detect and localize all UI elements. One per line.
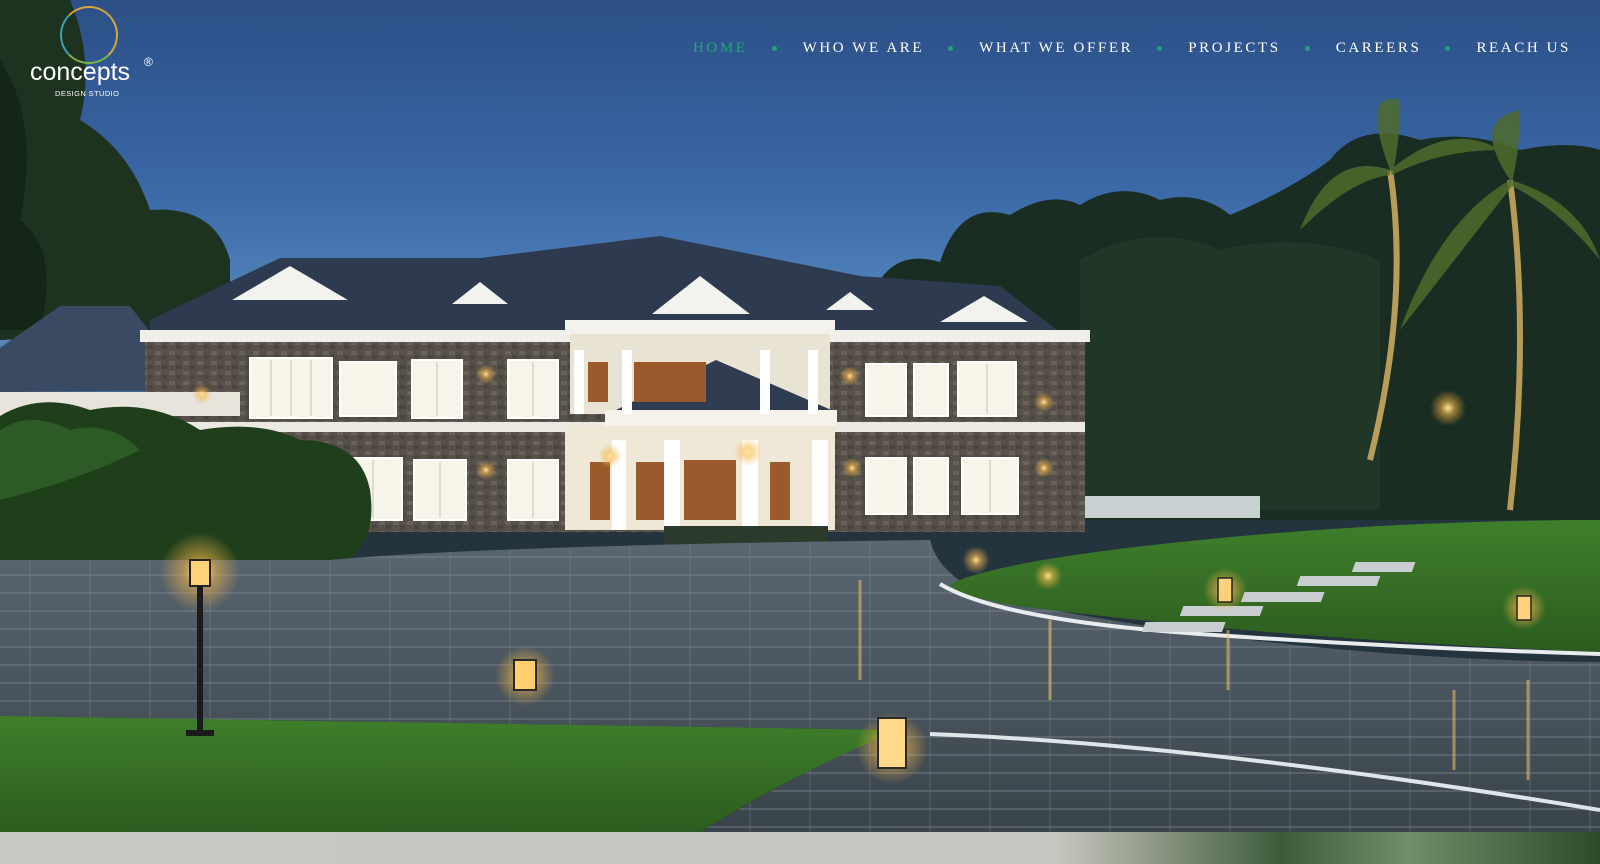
nav-separator-dot bbox=[948, 46, 954, 51]
logo-ring-icon bbox=[60, 6, 118, 64]
logo-subtitle: DESIGN STUDIO bbox=[55, 89, 120, 98]
nav-what-we-offer[interactable]: WHAT WE OFFER bbox=[979, 40, 1133, 57]
nav-separator-dot bbox=[1157, 46, 1163, 51]
nav-reach-us[interactable]: REACH US bbox=[1476, 40, 1571, 57]
nav-projects[interactable]: PROJECTS bbox=[1188, 40, 1281, 57]
nav-who-we-are[interactable]: WHO WE ARE bbox=[803, 40, 925, 57]
next-section-preview bbox=[0, 832, 1600, 864]
main-navigation: HOME WHO WE ARE WHAT WE OFFER PROJECTS C… bbox=[693, 40, 1571, 57]
logo-wordmark: concepts bbox=[30, 58, 131, 86]
nav-careers[interactable]: CAREERS bbox=[1336, 40, 1422, 57]
nav-home[interactable]: HOME bbox=[693, 40, 748, 57]
hero-illustration bbox=[0, 0, 1600, 832]
site-logo[interactable]: concepts ® DESIGN STUDIO bbox=[28, 6, 168, 98]
nav-separator-dot bbox=[1304, 46, 1310, 51]
nav-separator-dot bbox=[771, 46, 777, 51]
page: concepts ® DESIGN STUDIO HOME WHO WE ARE… bbox=[0, 0, 1600, 864]
logo-registered-mark: ® bbox=[144, 55, 153, 69]
nav-separator-dot bbox=[1445, 46, 1451, 51]
hero-image bbox=[0, 0, 1600, 832]
